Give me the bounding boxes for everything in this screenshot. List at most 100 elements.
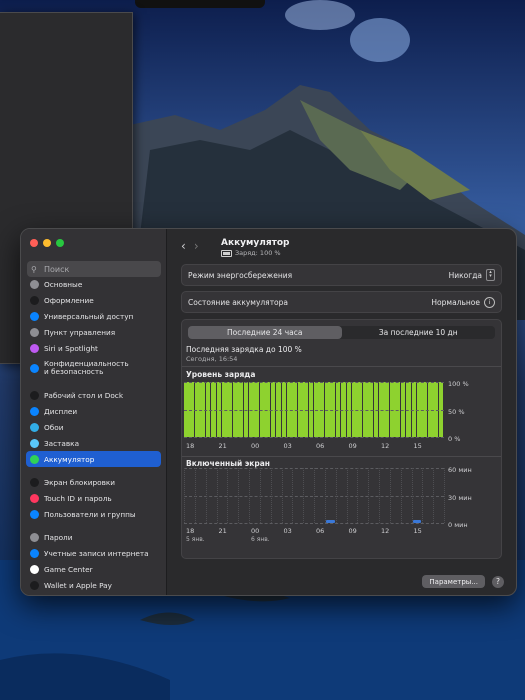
screen-on-bar: [325, 520, 335, 523]
x-tick-label: 12: [381, 442, 390, 450]
grid-line: [184, 409, 444, 411]
power-saving-popup[interactable]: Никогда ▴ ▾: [449, 269, 495, 281]
sidebar-item-users[interactable]: Пользователи и группы: [26, 506, 161, 522]
x-tick-label: 15: [413, 442, 422, 450]
sidebar-item-accessibility[interactable]: Универсальный доступ: [26, 308, 161, 324]
sidebar-item-label: Универсальный доступ: [44, 311, 134, 321]
dock-icon: [30, 390, 39, 400]
y-tick-label: 100 %: [448, 380, 469, 388]
vertical-grid-line: [303, 468, 305, 523]
wallpaper-icon: [30, 422, 39, 432]
vertical-grid-line: [194, 468, 196, 523]
sidebar-item-label: Game Center: [44, 564, 93, 574]
sidebar-item-privacy-hand[interactable]: Конфиденциальность и безопасность: [26, 356, 161, 380]
vertical-grid-line: [335, 468, 337, 523]
screen-on-bar: [412, 520, 422, 523]
search-icon: ⚲: [31, 264, 37, 274]
last-charge-time: Сегодня, 16:54: [186, 355, 238, 363]
main-pane: ‹› Аккумулятор Заряд: 100 % Режим энерго…: [167, 229, 516, 595]
sidebar-item-wallet[interactable]: Wallet и Apple Pay: [26, 577, 161, 593]
y-tick-label: 30 мин: [448, 493, 472, 502]
info-icon[interactable]: i: [484, 296, 495, 308]
sidebar-item-label: Оформление: [44, 295, 94, 305]
sidebar-item-siri[interactable]: Siri и Spotlight: [26, 340, 161, 356]
close-window-button[interactable]: [30, 239, 38, 247]
sidebar-item-label: Учетные записи интернета: [44, 548, 149, 558]
forward-arrow-icon[interactable]: ›: [194, 239, 207, 253]
battery-level-text: Заряд: 100 %: [235, 249, 281, 257]
x-tick-label: 21: [218, 527, 227, 535]
sidebar-item-screensaver[interactable]: Заставка: [26, 435, 161, 451]
vertical-grid-line: [292, 468, 294, 523]
vertical-grid-line: [400, 468, 402, 523]
parameters-button[interactable]: Параметры...: [422, 575, 485, 588]
search-input[interactable]: ⚲ Поиск: [27, 261, 161, 277]
system-settings-window: ⚲ Поиск Основные Оформление Универсальный …: [20, 228, 517, 596]
screen-on-title: Включенный экран: [186, 459, 270, 468]
x-tick-label: 06: [316, 442, 325, 450]
y-tick-label: 60 мин: [448, 466, 472, 474]
x-tick-label: 00: [251, 442, 260, 450]
lock-screen-icon: [30, 477, 39, 487]
x-tick-label: 06: [316, 527, 325, 535]
vertical-grid-line: [216, 468, 218, 523]
sidebar-item-display[interactable]: Дисплеи: [26, 403, 161, 419]
control-center-icon: [30, 327, 39, 337]
divider: [182, 456, 501, 457]
screensaver-icon: [30, 438, 39, 448]
sidebar-item-at[interactable]: Учетные записи интернета: [26, 545, 161, 561]
sidebar: ⚲ Поиск Основные Оформление Универсальный …: [21, 229, 167, 595]
sidebar-item-gear[interactable]: Основные: [26, 276, 161, 292]
siri-icon: [30, 343, 39, 353]
date-tick-label: 6 янв.: [251, 536, 270, 543]
sidebar-item-label: Аккумулятор: [44, 454, 95, 464]
vertical-grid-line: [281, 468, 283, 523]
sidebar-item-label: Дисплеи: [44, 406, 78, 416]
last-charge-label: Последняя зарядка до 100 %: [186, 345, 302, 354]
sidebar-item-game-center[interactable]: Game Center: [26, 561, 161, 577]
vertical-grid-line: [259, 468, 261, 523]
vertical-grid-line: [324, 468, 326, 523]
sidebar-item-label: Touch ID и пароль: [44, 493, 112, 503]
vertical-grid-line: [433, 468, 435, 523]
battery-icon: [30, 454, 39, 464]
x-tick-label: 21: [218, 442, 227, 450]
gear-icon: [30, 279, 39, 289]
vertical-grid-line: [411, 468, 413, 523]
grid-line: [184, 437, 444, 438]
grid-line: [184, 382, 444, 383]
sidebar-item-key[interactable]: Пароли: [26, 529, 161, 545]
at-icon: [30, 548, 39, 558]
screen-notch: [135, 0, 265, 8]
tab-last-10d[interactable]: За последние 10 дн: [342, 326, 496, 339]
sidebar-item-wallpaper[interactable]: Обои: [26, 419, 161, 435]
vertical-grid-line: [389, 468, 391, 523]
accessibility-icon: [30, 311, 39, 321]
charge-level-chart: [184, 382, 444, 438]
sidebar-item-control-center[interactable]: Пункт управления: [26, 324, 161, 340]
tab-last-24h[interactable]: Последние 24 часа: [188, 326, 342, 339]
divider: [182, 366, 501, 367]
minimize-window-button[interactable]: [43, 239, 51, 247]
sidebar-item-label: Конфиденциальность и безопасность: [44, 358, 129, 376]
vertical-grid-line: [444, 468, 445, 523]
sidebar-item-fingerprint[interactable]: Touch ID и пароль: [26, 490, 161, 506]
sidebar-item-label: Рабочий стол и Dock: [44, 390, 124, 400]
power-saving-label: Режим энергосбережения: [188, 270, 293, 280]
sidebar-item-dock[interactable]: Рабочий стол и Dock: [26, 387, 161, 403]
zoom-window-button[interactable]: [56, 239, 64, 247]
sidebar-item-label: Основные: [44, 279, 83, 289]
x-tick-label: 12: [381, 527, 390, 535]
sidebar-item-battery[interactable]: Аккумулятор: [26, 451, 161, 467]
sidebar-item-lock-screen[interactable]: Экран блокировки: [26, 474, 161, 490]
back-arrow-icon[interactable]: ‹: [181, 239, 194, 253]
wallet-icon: [30, 580, 39, 590]
sidebar-item-appearance[interactable]: Оформление: [26, 292, 161, 308]
sidebar-item-label: Siri и Spotlight: [44, 343, 98, 353]
help-button[interactable]: ?: [492, 576, 504, 588]
power-saving-row: Режим энергосбережения Никогда ▴ ▾: [181, 264, 502, 286]
screen-on-chart: [184, 468, 445, 524]
x-tick-label: 03: [283, 527, 292, 535]
